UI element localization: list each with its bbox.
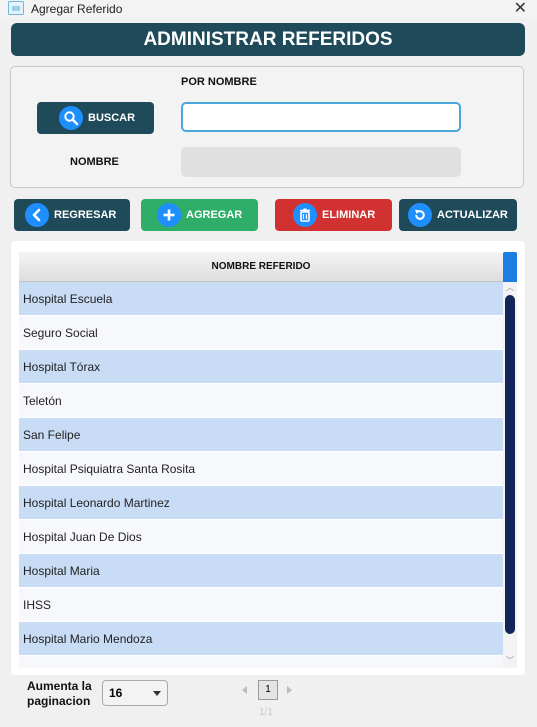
search-input[interactable] <box>181 102 461 132</box>
table-row[interactable]: Seguro Social <box>19 316 503 350</box>
search-button-label: BUSCAR <box>88 112 136 124</box>
close-icon[interactable]: ✕ <box>514 0 527 17</box>
table-row[interactable]: Teletón <box>19 384 503 418</box>
page-title: ADMINISTRAR REFERIDOS <box>11 23 525 56</box>
table-row-empty <box>19 656 503 668</box>
table-row[interactable]: Hospital Leonardo Martinez <box>19 486 503 520</box>
search-button[interactable]: BUSCAR <box>37 102 154 134</box>
table-row[interactable]: Hospital Juan De Dios <box>19 520 503 554</box>
previous-page-icon[interactable] <box>240 683 250 697</box>
trash-icon <box>293 203 317 227</box>
add-button-label: AGREGAR <box>186 209 243 221</box>
back-button[interactable]: REGRESAR <box>14 199 130 231</box>
add-button[interactable]: AGREGAR <box>141 199 258 231</box>
scroll-up-icon[interactable]: ︿ <box>503 282 517 294</box>
page-size-label: Aumenta la paginacion <box>27 679 92 708</box>
table-row[interactable]: Hospital Mario Mendoza <box>19 622 503 656</box>
refresh-icon <box>408 203 432 227</box>
column-header-nombre-referido[interactable]: NOMBRE REFERIDO <box>19 252 503 282</box>
table-body: Hospital Escuela Seguro Social Hospital Tó… <box>19 282 503 668</box>
plus-icon <box>157 203 181 227</box>
window-title: Agregar Referido <box>31 2 123 16</box>
vertical-scrollbar[interactable]: ︿ ﹀ <box>503 282 517 668</box>
table-header-corner <box>503 252 517 282</box>
refresh-button-label: ACTUALIZAR <box>437 209 508 221</box>
name-field <box>181 147 461 177</box>
table-row[interactable]: Hospital Psiquiatra Santa Rosita <box>19 452 503 486</box>
chevron-left-icon <box>25 203 49 227</box>
table-row[interactable]: Hospital Tórax <box>19 350 503 384</box>
table-row[interactable]: IHSS <box>19 588 503 622</box>
table-row[interactable]: Hospital Maria <box>19 554 503 588</box>
delete-button-label: ELIMINAR <box>322 209 376 221</box>
refresh-button[interactable]: ACTUALIZAR <box>399 199 517 231</box>
caret-down-icon <box>153 691 161 696</box>
scroll-down-icon[interactable]: ﹀ <box>503 655 517 667</box>
app-icon <box>8 1 24 15</box>
name-label: NOMBRE <box>70 156 119 168</box>
current-page-button[interactable]: 1 <box>258 680 278 700</box>
next-page-icon[interactable] <box>284 683 294 697</box>
page-size-value: 16 <box>109 686 123 700</box>
table-row[interactable]: San Felipe <box>19 418 503 452</box>
title-bar: Agregar Referido ✕ <box>0 0 537 18</box>
search-icon <box>59 106 83 130</box>
delete-button[interactable]: ELIMINAR <box>275 199 392 231</box>
back-button-label: REGRESAR <box>54 209 117 221</box>
by-name-label: POR NOMBRE <box>181 76 257 88</box>
table-row[interactable]: Hospital Escuela <box>19 282 503 316</box>
page-count: 1/1 <box>259 707 273 718</box>
scroll-thumb[interactable] <box>505 295 515 634</box>
page-size-select[interactable]: 16 <box>102 680 168 706</box>
